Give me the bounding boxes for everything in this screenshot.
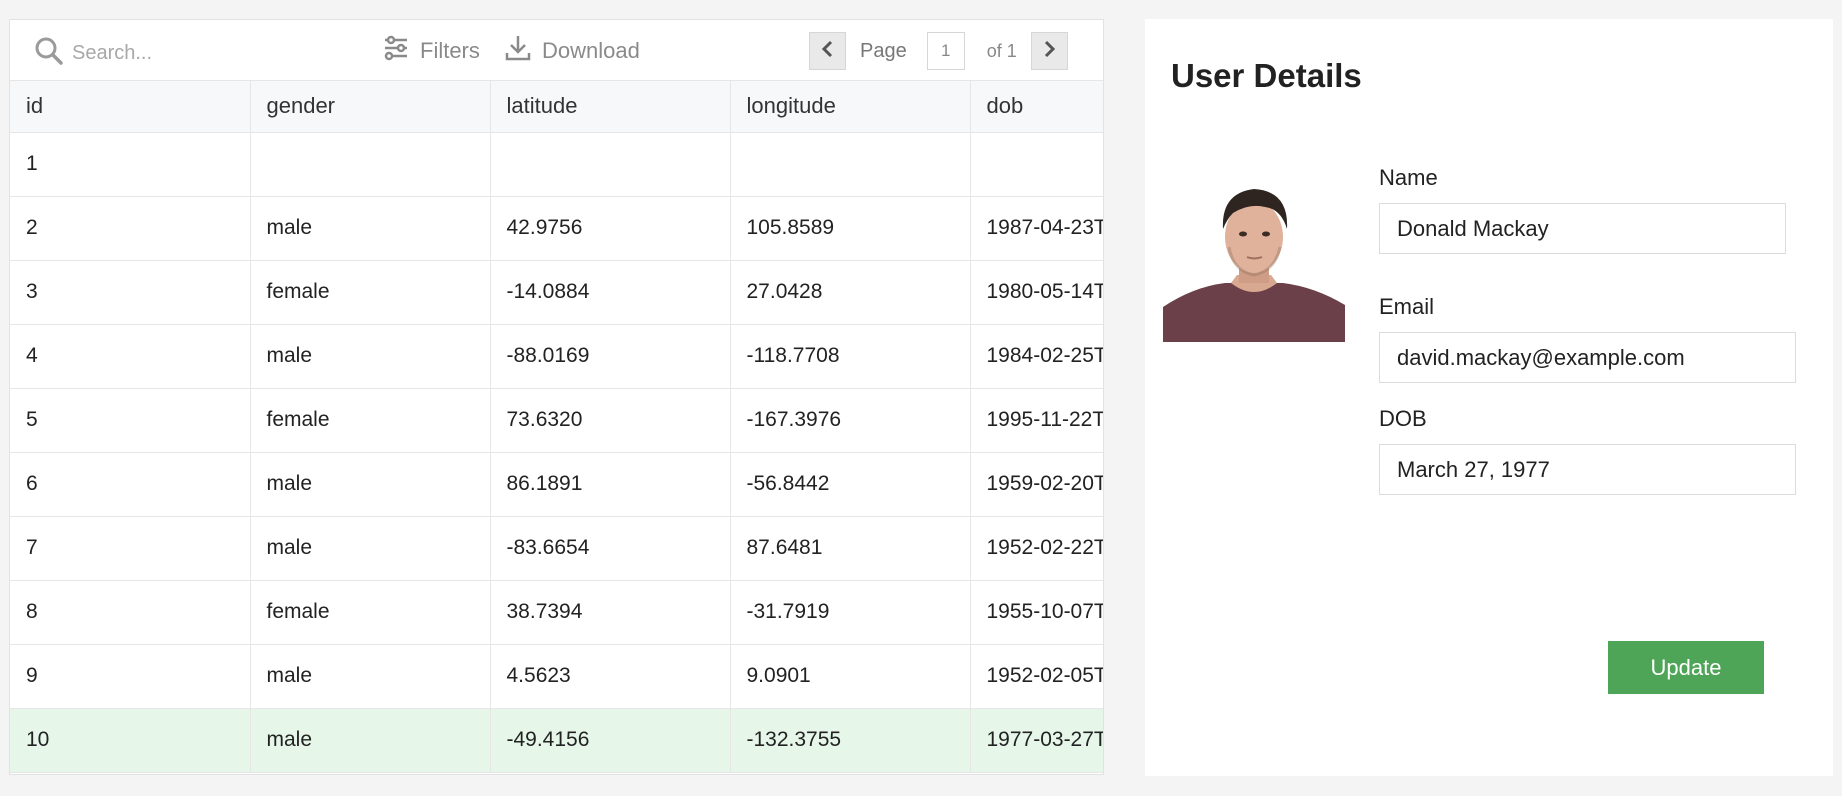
data-table: id gender latitude longitude dob 1 2 male 42.97…: [10, 81, 1103, 773]
name-label: Name: [1379, 165, 1438, 190]
table-cell-latitude: 42.9756: [490, 196, 731, 261]
table-cell-longitude: 87.6481: [730, 516, 971, 581]
table-cell-longitude: -56.8442: [730, 452, 971, 517]
chevron-right-icon: [1040, 40, 1058, 63]
table-cell-id: 1: [10, 132, 251, 197]
column-header-dob[interactable]: dob: [970, 81, 1103, 133]
table-cell-longitude: 105.8589: [730, 196, 971, 261]
table-cell-id: 5: [10, 388, 251, 453]
table-row[interactable]: 4 male -88.0169 -118.7708 1984-02-25T: [10, 324, 1103, 389]
next-page-button[interactable]: [1030, 32, 1068, 70]
table-cell-dob: 1995-11-22T: [970, 388, 1103, 453]
table-cell-dob: 1984-02-25T: [970, 324, 1103, 389]
column-header-longitude[interactable]: longitude: [730, 81, 971, 133]
table-cell-longitude: -118.7708: [730, 324, 971, 389]
table-row[interactable]: 6 male 86.1891 -56.8442 1959-02-20T: [10, 452, 1103, 517]
table-cell-dob: 1952-02-22T: [970, 516, 1103, 581]
table-cell-gender: female: [250, 388, 491, 453]
table-cell-gender: female: [250, 580, 491, 645]
table-cell-longitude: -167.3976: [730, 388, 971, 453]
update-button[interactable]: Update: [1608, 641, 1764, 694]
table-cell-latitude: -14.0884: [490, 260, 731, 325]
table-cell-dob: 1952-02-05T: [970, 644, 1103, 709]
table-cell-longitude: [730, 132, 971, 197]
table-cell-latitude: [490, 132, 731, 197]
table-cell-id: 7: [10, 516, 251, 581]
table-cell-latitude: 86.1891: [490, 452, 731, 517]
table-cell-longitude: -132.3755: [730, 708, 971, 773]
table-cell-dob: 1977-03-27T: [970, 708, 1103, 773]
table-cell-id: 3: [10, 260, 251, 325]
table-cell-gender: male: [250, 196, 491, 261]
table-cell-id: 2: [10, 196, 251, 261]
table-cell-longitude: 27.0428: [730, 260, 971, 325]
column-header-latitude[interactable]: latitude: [490, 81, 731, 133]
table-cell-latitude: -49.4156: [490, 708, 731, 773]
table-row[interactable]: 9 male 4.5623 9.0901 1952-02-05T: [10, 644, 1103, 709]
table-cell-gender: [250, 132, 491, 197]
email-field[interactable]: [1379, 332, 1796, 383]
table-row[interactable]: 8 female 38.7394 -31.7919 1955-10-07T: [10, 580, 1103, 645]
search-icon: [34, 36, 64, 71]
table-cell-longitude: -31.7919: [730, 580, 971, 645]
table-cell-dob: 1980-05-14T: [970, 260, 1103, 325]
user-details-panel: User Details Name Email DOB Update: [1145, 19, 1833, 776]
chevron-left-icon: [819, 40, 837, 63]
table-row[interactable]: 7 male -83.6654 87.6481 1952-02-22T: [10, 516, 1103, 581]
table-cell-latitude: 73.6320: [490, 388, 731, 453]
table-cell-latitude: 38.7394: [490, 580, 731, 645]
page-count-label: of 1: [986, 40, 1017, 61]
table-cell-latitude: -83.6654: [490, 516, 731, 581]
avatar: [1163, 179, 1345, 342]
table-cell-id: 8: [10, 580, 251, 645]
page-number-input[interactable]: [926, 32, 965, 70]
table-row[interactable]: 10 male -49.4156 -132.3755 1977-03-27T: [10, 708, 1103, 773]
table-cell-dob: 1987-04-23T: [970, 196, 1103, 261]
download-icon: [504, 34, 532, 68]
table-cell-gender: male: [250, 708, 491, 773]
dob-field[interactable]: [1379, 444, 1796, 495]
table-cell-longitude: 9.0901: [730, 644, 971, 709]
filters-icon: [382, 34, 410, 68]
table-row[interactable]: 2 male 42.9756 105.8589 1987-04-23T: [10, 196, 1103, 261]
filters-button[interactable]: Filters: [382, 34, 480, 68]
table-row[interactable]: 1: [10, 132, 1103, 197]
dob-label: DOB: [1379, 406, 1427, 431]
table-cell-gender: female: [250, 260, 491, 325]
search-box: [34, 36, 292, 71]
grid-toolbar: Filters Download Page of 1: [10, 20, 1103, 81]
name-field[interactable]: [1379, 203, 1786, 254]
table-cell-id: 9: [10, 644, 251, 709]
download-label: Download: [542, 38, 640, 63]
column-header-gender[interactable]: gender: [250, 81, 491, 133]
table-row[interactable]: 5 female 73.6320 -167.3976 1995-11-22T: [10, 388, 1103, 453]
table-cell-gender: male: [250, 452, 491, 517]
table-cell-gender: male: [250, 516, 491, 581]
table-cell-gender: male: [250, 644, 491, 709]
table-cell-latitude: 4.5623: [490, 644, 731, 709]
table-cell-gender: male: [250, 324, 491, 389]
table-row[interactable]: 3 female -14.0884 27.0428 1980-05-14T: [10, 260, 1103, 325]
search-input[interactable]: [72, 42, 292, 65]
pagination: Page of 1: [809, 32, 1068, 70]
prev-page-button[interactable]: [809, 32, 846, 70]
table-cell-dob: 1959-02-20T: [970, 452, 1103, 517]
data-grid-panel: Filters Download Page of 1: [9, 19, 1104, 775]
table-cell-latitude: -88.0169: [490, 324, 731, 389]
table-cell-id: 10: [10, 708, 251, 773]
table-cell-id: 4: [10, 324, 251, 389]
table-header-row: id gender latitude longitude dob: [10, 81, 1103, 133]
filters-label: Filters: [420, 38, 480, 63]
details-title: User Details: [1171, 57, 1362, 94]
table-cell-dob: 1955-10-07T: [970, 580, 1103, 645]
table-cell-id: 6: [10, 452, 251, 517]
column-header-id[interactable]: id: [10, 81, 251, 133]
email-label: Email: [1379, 294, 1435, 319]
table-body: 1 2 male 42.9756 105.8589 1987-04-23T 3 female -…: [10, 132, 1103, 773]
table-cell-dob: [970, 132, 1103, 197]
download-button[interactable]: Download: [504, 34, 640, 68]
page-label: Page: [860, 39, 907, 62]
